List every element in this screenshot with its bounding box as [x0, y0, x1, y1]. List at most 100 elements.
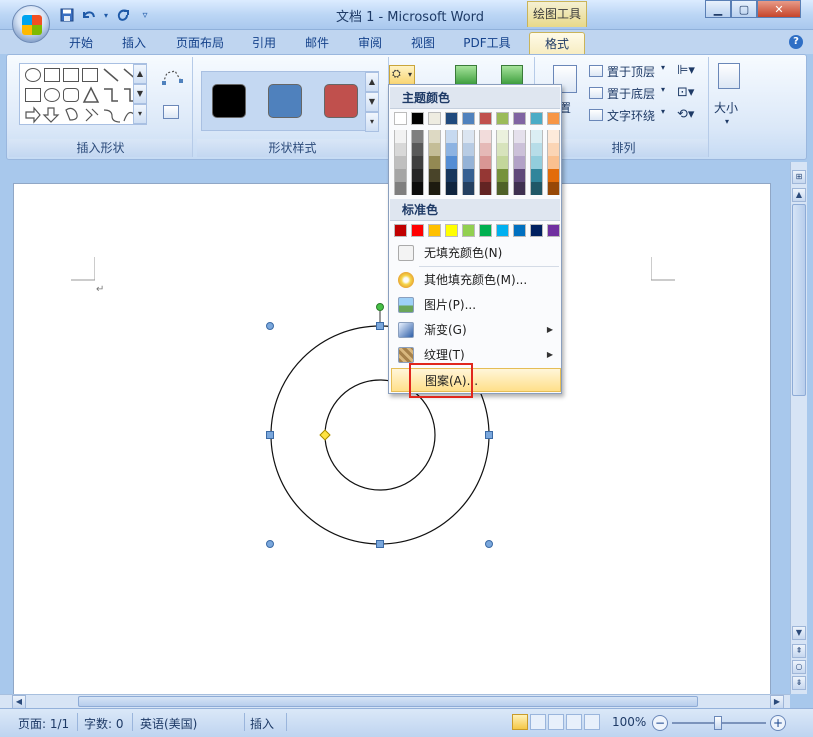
tab-insert[interactable]: 插入	[115, 32, 153, 54]
group-icon[interactable]: ⊡▾	[677, 85, 694, 100]
zoom-in-button[interactable]: +	[770, 715, 786, 731]
theme-shade-swatch[interactable]	[496, 156, 509, 169]
shapes-scroll-up-button[interactable]: ▲	[133, 64, 147, 84]
rotation-handle[interactable]	[376, 303, 384, 311]
theme-shade-swatch[interactable]	[428, 156, 441, 169]
ellipse-shape-icon[interactable]	[44, 88, 60, 102]
theme-shade-swatch[interactable]	[547, 143, 560, 156]
theme-shade-swatch[interactable]	[496, 182, 509, 195]
3d-effects-icon[interactable]	[501, 65, 523, 85]
print-layout-view-icon[interactable]	[512, 714, 528, 730]
theme-shade-swatch[interactable]	[445, 169, 458, 182]
standard-color-swatch[interactable]	[411, 224, 424, 237]
standard-color-swatch[interactable]	[496, 224, 509, 237]
customize-icon[interactable]: ▿	[136, 6, 154, 24]
theme-shade-swatch[interactable]	[479, 156, 492, 169]
theme-shade-swatch[interactable]	[530, 130, 543, 143]
next-page-button[interactable]: ⇟	[792, 676, 806, 690]
text-wrap-button[interactable]: 文字环绕	[607, 107, 655, 124]
text-box-icon[interactable]	[163, 105, 179, 119]
theme-shade-swatch[interactable]	[411, 156, 424, 169]
arrow-shapes-icon[interactable]	[24, 106, 142, 124]
theme-shade-swatch[interactable]	[530, 169, 543, 182]
standard-color-swatch[interactable]	[530, 224, 543, 237]
theme-shade-swatch[interactable]	[479, 182, 492, 195]
text-box-shape-icon[interactable]	[63, 68, 79, 82]
theme-shade-swatch[interactable]	[513, 156, 526, 169]
theme-shade-swatch[interactable]	[479, 169, 492, 182]
theme-color-swatch[interactable]	[530, 112, 543, 125]
theme-shade-swatch[interactable]	[462, 156, 475, 169]
shapes-gallery[interactable]: ▲ ▼ ▾	[19, 63, 147, 125]
full-screen-reading-icon[interactable]	[530, 714, 546, 730]
theme-shade-swatch[interactable]	[394, 156, 407, 169]
theme-shade-swatch[interactable]	[496, 130, 509, 143]
theme-shade-swatch[interactable]	[513, 169, 526, 182]
theme-shade-swatch[interactable]	[479, 130, 492, 143]
theme-shade-swatch[interactable]	[479, 143, 492, 156]
theme-shade-swatch[interactable]	[462, 182, 475, 195]
scroll-up-button[interactable]: ▲	[792, 188, 806, 202]
shadow-effects-icon[interactable]	[455, 65, 477, 85]
theme-shade-swatch[interactable]	[394, 182, 407, 195]
theme-shade-swatch[interactable]	[547, 182, 560, 195]
previous-page-button[interactable]: ⇞	[792, 644, 806, 658]
vertical-scroll-thumb[interactable]	[792, 204, 806, 396]
zoom-out-button[interactable]: −	[652, 715, 668, 731]
standard-color-swatch[interactable]	[428, 224, 441, 237]
scroll-down-button[interactable]: ▼	[792, 626, 806, 640]
theme-color-swatch[interactable]	[496, 112, 509, 125]
rotate-icon[interactable]: ⟲▾	[677, 107, 694, 122]
theme-color-swatch[interactable]	[479, 112, 492, 125]
tab-page-layout[interactable]: 页面布局	[168, 32, 232, 54]
theme-shade-swatch[interactable]	[428, 169, 441, 182]
browse-object-button[interactable]: ○	[792, 660, 806, 674]
theme-shade-swatch[interactable]	[513, 182, 526, 195]
page-count[interactable]: 页面: 1/1	[18, 715, 69, 732]
theme-shade-swatch[interactable]	[513, 130, 526, 143]
more-fill-colors-item[interactable]: 其他填充颜色(M)...	[391, 268, 561, 292]
bring-to-front-button[interactable]: 置于顶层	[607, 63, 655, 80]
close-button[interactable]: ✕	[757, 0, 801, 18]
shape-style-red[interactable]	[324, 84, 358, 118]
tab-format[interactable]: 格式	[529, 32, 585, 54]
theme-color-swatch[interactable]	[411, 112, 424, 125]
office-button[interactable]	[12, 5, 50, 43]
rounded-rectangle-icon[interactable]	[63, 88, 79, 102]
resize-handle-left[interactable]	[266, 431, 274, 439]
language-status[interactable]: 英语(美国)	[140, 715, 197, 732]
theme-shade-swatch[interactable]	[411, 130, 424, 143]
standard-color-swatch[interactable]	[445, 224, 458, 237]
draft-view-icon[interactable]	[584, 714, 600, 730]
theme-color-swatch[interactable]	[428, 112, 441, 125]
undo-dropdown-icon[interactable]: ▾	[102, 6, 110, 24]
theme-shade-swatch[interactable]	[445, 182, 458, 195]
theme-shade-swatch[interactable]	[547, 156, 560, 169]
edit-shape-icon[interactable]	[161, 69, 183, 87]
size-button[interactable]: 大小	[714, 99, 738, 116]
shape-style-black[interactable]	[212, 84, 246, 118]
outline-view-icon[interactable]	[566, 714, 582, 730]
shape-style-blue[interactable]	[268, 84, 302, 118]
theme-shade-swatch[interactable]	[530, 143, 543, 156]
send-to-back-button[interactable]: 置于底层	[607, 85, 655, 102]
theme-shade-swatch[interactable]	[445, 130, 458, 143]
tab-mailings[interactable]: 邮件	[298, 32, 336, 54]
web-layout-icon[interactable]	[548, 714, 564, 730]
gradient-fill-item[interactable]: 渐变(G) ▶	[391, 318, 561, 342]
theme-shade-swatch[interactable]	[445, 143, 458, 156]
no-fill-item[interactable]: 无填充颜色(N)	[391, 241, 561, 265]
theme-shade-swatch[interactable]	[513, 143, 526, 156]
horizontal-scroll-thumb[interactable]	[78, 696, 698, 707]
scroll-left-button[interactable]: ◀	[12, 695, 26, 709]
resize-handle-bottom-left[interactable]	[266, 540, 274, 548]
theme-shade-swatch[interactable]	[445, 156, 458, 169]
theme-shade-swatch[interactable]	[547, 130, 560, 143]
help-icon[interactable]: ?	[789, 35, 803, 49]
theme-shade-swatch[interactable]	[411, 182, 424, 195]
theme-shade-swatch[interactable]	[462, 130, 475, 143]
theme-shade-swatch[interactable]	[394, 169, 407, 182]
theme-shade-swatch[interactable]	[411, 169, 424, 182]
styles-scroll-up-button[interactable]: ▲	[365, 72, 379, 92]
vertical-scrollbar[interactable]: ⊞ ▲ ▼ ⇞ ○ ⇟	[790, 162, 807, 694]
